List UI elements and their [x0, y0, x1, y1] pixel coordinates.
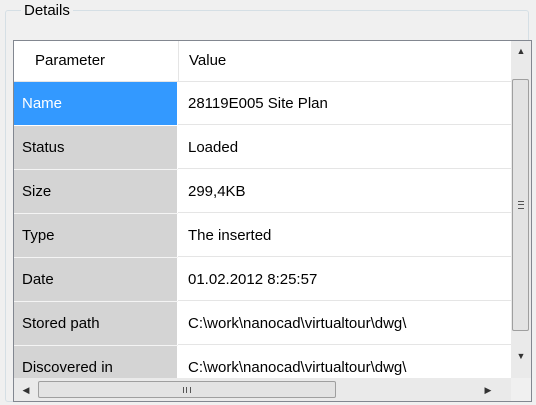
parameter-value: The inserted — [178, 214, 511, 257]
parameter-value: C:\work\nanocad\virtualtour\dwg\ — [178, 346, 511, 378]
table-row[interactable]: Type The inserted — [14, 214, 511, 258]
parameter-value: 01.02.2012 8:25:57 — [178, 258, 511, 301]
parameter-value: C:\work\nanocad\virtualtour\dwg\ — [178, 302, 511, 345]
parameter-name: Discovered in — [14, 346, 177, 378]
grip-icon — [183, 386, 191, 393]
table-row[interactable]: Date 01.02.2012 8:25:57 — [14, 258, 511, 302]
parameter-name: Size — [14, 170, 177, 213]
grip-icon — [517, 201, 524, 209]
scroll-down-icon[interactable]: ▼ — [511, 346, 531, 366]
scroll-up-icon[interactable]: ▲ — [511, 41, 531, 61]
vertical-scrollbar[interactable]: ▲ ▼ — [511, 41, 531, 378]
table-row[interactable]: Status Loaded — [14, 126, 511, 170]
table-row[interactable]: Discovered in C:\work\nanocad\virtualtou… — [14, 346, 511, 378]
table-row[interactable]: Size 299,4KB — [14, 170, 511, 214]
parameter-value: 299,4KB — [178, 170, 511, 213]
vertical-scroll-thumb[interactable] — [512, 79, 529, 331]
parameter-name: Status — [14, 126, 177, 169]
parameter-name: Name — [14, 82, 177, 125]
properties-grid: Parameter Value Name 28119E005 Site Plan… — [13, 40, 532, 402]
parameter-value: 28119E005 Site Plan — [178, 82, 511, 125]
table-row[interactable]: Stored path C:\work\nanocad\virtualtour\… — [14, 302, 511, 346]
horizontal-scrollbar[interactable]: ◀ ▶ — [14, 378, 511, 401]
table-area: Parameter Value Name 28119E005 Site Plan… — [14, 41, 511, 378]
horizontal-scroll-thumb[interactable] — [38, 381, 336, 398]
parameter-name: Date — [14, 258, 177, 301]
table-row[interactable]: Name 28119E005 Site Plan — [14, 82, 511, 126]
scroll-left-icon[interactable]: ◀ — [16, 380, 36, 400]
parameter-name: Stored path — [14, 302, 177, 345]
scrollbar-corner — [511, 378, 531, 401]
parameter-name: Type — [14, 214, 177, 257]
scroll-right-icon[interactable]: ▶ — [478, 380, 498, 400]
column-header-parameter[interactable]: Parameter — [14, 41, 179, 81]
column-header-value[interactable]: Value — [179, 41, 511, 81]
table-header: Parameter Value — [14, 41, 511, 82]
group-title: Details — [21, 2, 73, 20]
parameter-value: Loaded — [178, 126, 511, 169]
